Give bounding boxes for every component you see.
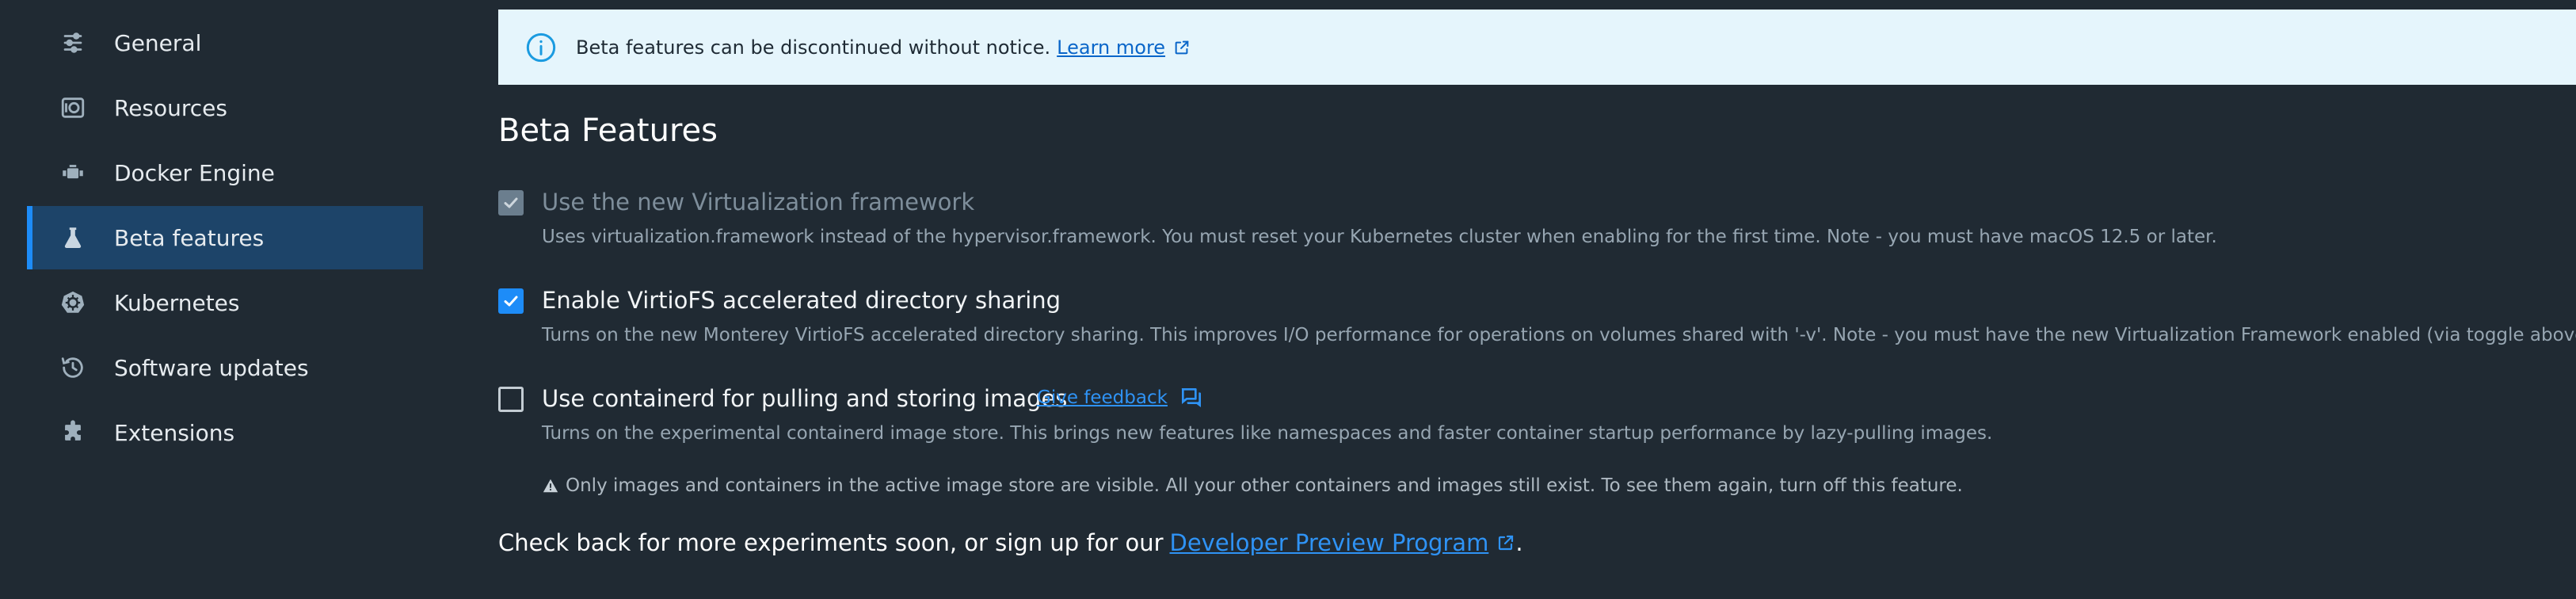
setting-description: Turns on the experimental containerd ima…	[542, 423, 1993, 444]
setting-label: Use the new Virtualization framework	[542, 189, 975, 216]
page-title: Beta Features	[498, 113, 718, 149]
sidebar-item-docker-engine[interactable]: Docker Engine	[27, 141, 423, 204]
setting-description: Turns on the new Monterey VirtioFS accel…	[542, 325, 2576, 345]
helm-icon	[59, 288, 87, 317]
give-feedback-link[interactable]: Give feedback	[1037, 385, 1204, 410]
virtiofs-checkbox[interactable]	[498, 288, 524, 314]
sidebar-item-label: Extensions	[114, 419, 235, 446]
setting-label: Enable VirtioFS accelerated directory sh…	[542, 287, 1061, 314]
checkmark-icon	[504, 296, 518, 307]
flask-icon	[59, 223, 87, 252]
warning-text: Only images and containers in the active…	[566, 475, 1963, 496]
info-banner: Beta features can be discontinued withou…	[498, 10, 2576, 85]
containerd-checkbox[interactable]	[498, 387, 524, 412]
setting-description: Uses virtualization.framework instead of…	[542, 227, 2217, 247]
sidebar-item-label: Resources	[114, 94, 227, 121]
sidebar-item-general[interactable]: General	[27, 11, 423, 74]
learn-more-link[interactable]: Learn more	[1057, 36, 1165, 59]
sidebar-item-software-updates[interactable]: Software updates	[27, 336, 423, 399]
sidebar-item-kubernetes[interactable]: Kubernetes	[27, 271, 423, 334]
sidebar-item-resources[interactable]: Resources	[27, 76, 423, 139]
main-content: Beta features can be discontinued withou…	[498, 0, 2576, 599]
developer-preview-link[interactable]: Developer Preview Program	[1170, 529, 1489, 556]
feedback-icon[interactable]	[1179, 385, 1204, 410]
external-link-icon[interactable]	[1173, 39, 1191, 56]
engine-icon	[59, 158, 87, 187]
footer-suffix: .	[1515, 529, 1523, 556]
checkmark-icon	[504, 197, 518, 208]
containerd-warning: Only images and containers in the active…	[542, 475, 1963, 496]
sidebar-item-label: Beta features	[114, 224, 265, 251]
disk-icon	[59, 93, 87, 122]
give-feedback-text[interactable]: Give feedback	[1037, 387, 1168, 408]
sidebar-item-label: Software updates	[114, 354, 309, 381]
sidebar-item-extensions[interactable]: Extensions	[27, 401, 423, 464]
banner-text: Beta features can be discontinued withou…	[576, 36, 1051, 59]
external-link-icon[interactable]	[1496, 533, 1515, 552]
sidebar-item-label: Kubernetes	[114, 289, 240, 316]
virtualization-framework-checkbox[interactable]	[498, 190, 524, 216]
sidebar-item-beta-features[interactable]: Beta features	[27, 206, 423, 269]
sidebar-item-label: Docker Engine	[114, 159, 275, 186]
info-icon	[526, 32, 556, 62]
history-icon	[59, 353, 87, 382]
footer-text: Check back for more experiments soon, or…	[498, 529, 1164, 556]
setting-label: Use containerd for pulling and storing i…	[542, 385, 1068, 412]
sidebar: General Resources Docker Engine Beta fea…	[0, 0, 444, 599]
sidebar-item-label: General	[114, 29, 202, 56]
puzzle-icon	[59, 418, 87, 447]
warning-icon	[543, 479, 558, 493]
sliders-icon	[59, 29, 87, 57]
footer-message: Check back for more experiments soon, or…	[498, 529, 1523, 556]
